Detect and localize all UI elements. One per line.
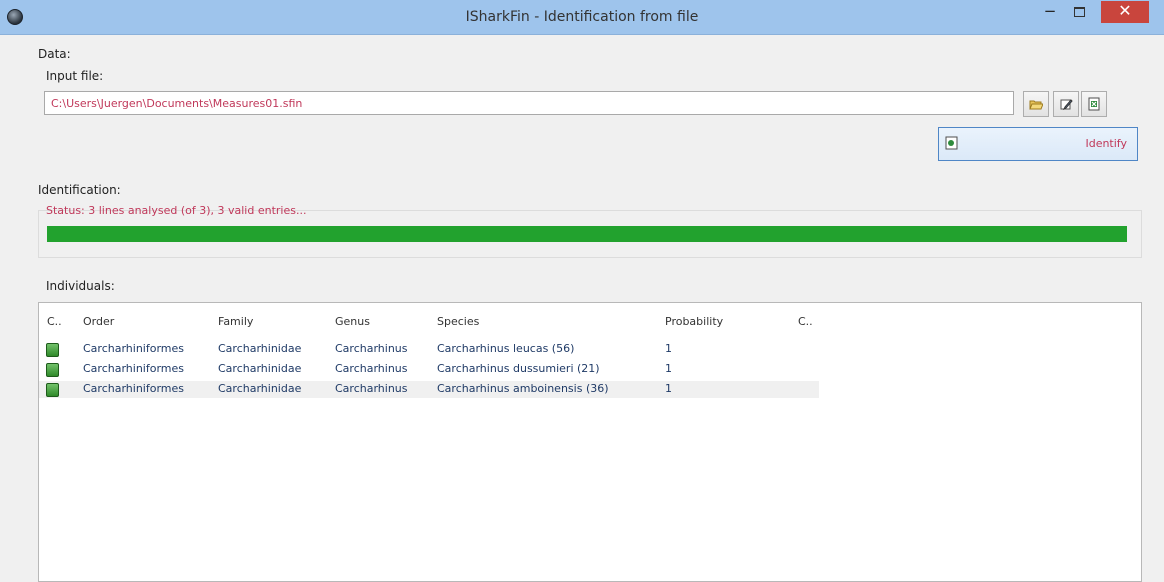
column-header[interactable]: Probability (665, 315, 723, 328)
identify-icon (945, 136, 958, 150)
order-cell: Carcharhiniformes (83, 362, 184, 375)
edit-icon (1060, 99, 1073, 111)
maximize-icon (1073, 7, 1085, 17)
identification-group-label: Identification: (38, 183, 121, 197)
family-cell: Carcharhinidae (218, 362, 302, 375)
order-cell: Carcharhiniformes (83, 382, 184, 395)
individuals-list[interactable]: C.. Order Family Genus Species Probabili… (38, 302, 1142, 582)
genus-cell: Carcharhinus (335, 342, 408, 355)
probability-cell: 1 (665, 362, 672, 375)
genus-cell: Carcharhinus (335, 382, 408, 395)
identify-button[interactable]: Identify (938, 127, 1138, 161)
progress-bar (47, 226, 1127, 242)
progress-fill (47, 226, 1127, 242)
identify-label: Identify (1085, 137, 1127, 150)
species-cell: Carcharhinus amboinensis (36) (437, 382, 609, 395)
probability-cell: 1 (665, 382, 672, 395)
data-group-label: Data: (38, 47, 71, 61)
minimize-button[interactable]: − (1036, 1, 1064, 23)
family-cell: Carcharhinidae (218, 342, 302, 355)
input-file-label: Input file: (46, 69, 104, 83)
folder-open-icon (1029, 100, 1043, 110)
column-header[interactable]: Order (83, 315, 114, 328)
excel-icon (1088, 97, 1100, 111)
export-excel-button[interactable] (1081, 91, 1107, 117)
table-row[interactable]: Carcharhiniformes Carcharhinidae Carchar… (39, 381, 819, 398)
order-cell: Carcharhiniformes (83, 342, 184, 355)
individual-icon (46, 343, 59, 357)
individuals-group-label: Individuals: (46, 279, 115, 293)
open-file-button[interactable] (1023, 91, 1049, 117)
individual-icon (46, 363, 59, 377)
column-header[interactable]: C.. (798, 315, 813, 328)
column-header[interactable]: Species (437, 315, 479, 328)
species-cell: Carcharhinus dussumieri (21) (437, 362, 600, 375)
status-text: Status: 3 lines analysed (of 3), 3 valid… (46, 204, 307, 217)
column-header[interactable]: C.. (47, 315, 62, 328)
window-title: ISharkFin - Identification from file (465, 9, 699, 25)
family-cell: Carcharhinidae (218, 382, 302, 395)
edit-file-button[interactable] (1053, 91, 1079, 117)
table-row[interactable]: Carcharhiniformes Carcharhinidae Carchar… (39, 341, 819, 358)
genus-cell: Carcharhinus (335, 362, 408, 375)
title-bar[interactable]: ISharkFin - Identification from file − ✕ (0, 0, 1164, 35)
table-row[interactable]: Carcharhiniformes Carcharhinidae Carchar… (39, 361, 819, 378)
column-header[interactable]: Genus (335, 315, 370, 328)
species-cell: Carcharhinus leucas (56) (437, 342, 575, 355)
identification-window: ISharkFin - Identification from file − ✕… (0, 0, 1164, 582)
maximize-button[interactable] (1064, 1, 1094, 23)
input-file-field[interactable] (44, 91, 1014, 115)
individual-icon (46, 383, 59, 397)
close-button[interactable]: ✕ (1101, 1, 1149, 23)
column-header[interactable]: Family (218, 315, 253, 328)
probability-cell: 1 (665, 342, 672, 355)
